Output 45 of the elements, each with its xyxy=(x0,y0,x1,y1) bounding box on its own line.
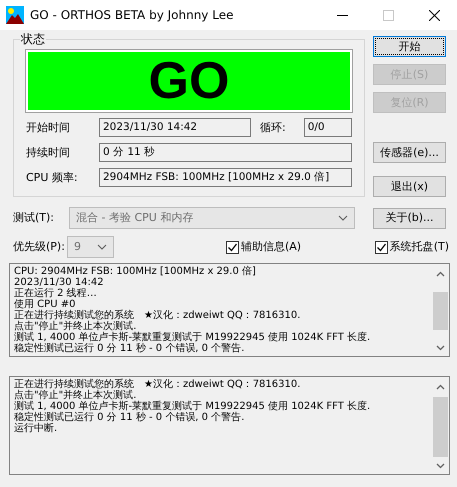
log-line: 正在进行持续测试您的系统 ★汉化：zdweiwt QQ：7816310. xyxy=(14,310,302,321)
priority-label: 优先级(P): xyxy=(13,240,65,254)
group-label: 状态 xyxy=(20,32,46,46)
test-label: 测试(T): xyxy=(13,211,56,225)
about-button[interactable]: 关于(b)... xyxy=(373,208,446,228)
side-button[interactable]: 传感器(e)... xyxy=(373,142,446,163)
side-button[interactable]: 开始 xyxy=(373,36,446,57)
log-line: 测试 1, 4000 单位卢卡斯-莱默重复测试于 M19922945 使用 1024K FFT 长度. xyxy=(14,401,372,412)
checkbox[interactable] xyxy=(374,240,388,254)
scroll-up-icon[interactable] xyxy=(436,384,445,390)
log-line: 2023/11/30 14:42 xyxy=(14,277,105,288)
log-line: 稳定性测试已运行 0 分 11 秒 - 0 个错误, 0 个警告. xyxy=(14,412,246,423)
checkbox-label: 辅助信息(A) xyxy=(240,240,302,254)
value-field: 0 分 11 秒 xyxy=(99,143,352,162)
maximize-icon xyxy=(382,10,394,20)
close-icon xyxy=(428,10,440,20)
scroll-up-icon[interactable] xyxy=(436,271,445,277)
log-line: 正在运行 2 线程… xyxy=(14,288,98,299)
status-banner: GO xyxy=(26,50,352,112)
value-field: 0/0 xyxy=(304,118,352,137)
log-line: 点击"停止"并终止本次测试. xyxy=(14,321,136,332)
log-line: 测试 1, 4000 单位卢卡斯-莱默重复测试于 M19922945 使用 1024K FFT 长度. xyxy=(14,332,372,343)
app-icon xyxy=(6,6,24,24)
value-field: 2904MHz FSB: 100MHz [100MHz x 29.0 倍] xyxy=(99,168,352,187)
scroll-thumb[interactable] xyxy=(433,396,448,456)
log-line: 稳定性测试已运行 0 分 11 秒 - 0 个错误, 0 个警告. xyxy=(14,343,246,354)
side-button[interactable]: 退出(x) xyxy=(373,176,446,197)
log-line: 正在进行持续测试您的系统 ★汉化：zdweiwt QQ：7816310. xyxy=(14,379,302,390)
window-title: GO - ORTHOS BETA by Johnny Lee xyxy=(30,8,234,22)
checkbox[interactable] xyxy=(226,240,239,254)
field-label: 开始时间 xyxy=(26,120,71,134)
value-field: 2023/11/30 14:42 xyxy=(99,118,251,137)
log-line: 使用 CPU #0 xyxy=(14,299,76,310)
scroll-down-icon[interactable] xyxy=(436,463,445,469)
log-line: CPU: 2904MHz FSB: 100MHz [100MHz x 29.0 倍] xyxy=(14,266,257,277)
scroll-thumb[interactable] xyxy=(433,292,448,330)
field-label: 循环: xyxy=(260,120,286,134)
chevron-down-icon xyxy=(96,244,107,250)
scroll-down-icon[interactable] xyxy=(436,345,445,351)
checkbox-label: 系统托盘(T) xyxy=(390,240,449,254)
field-label: CPU 频率: xyxy=(26,170,79,184)
chevron-down-icon xyxy=(338,215,348,221)
log-line: 运行中断. xyxy=(14,423,58,434)
field-label: 持续时间 xyxy=(26,146,71,160)
log-line: 点击"停止"并终止本次测试. xyxy=(14,390,136,401)
